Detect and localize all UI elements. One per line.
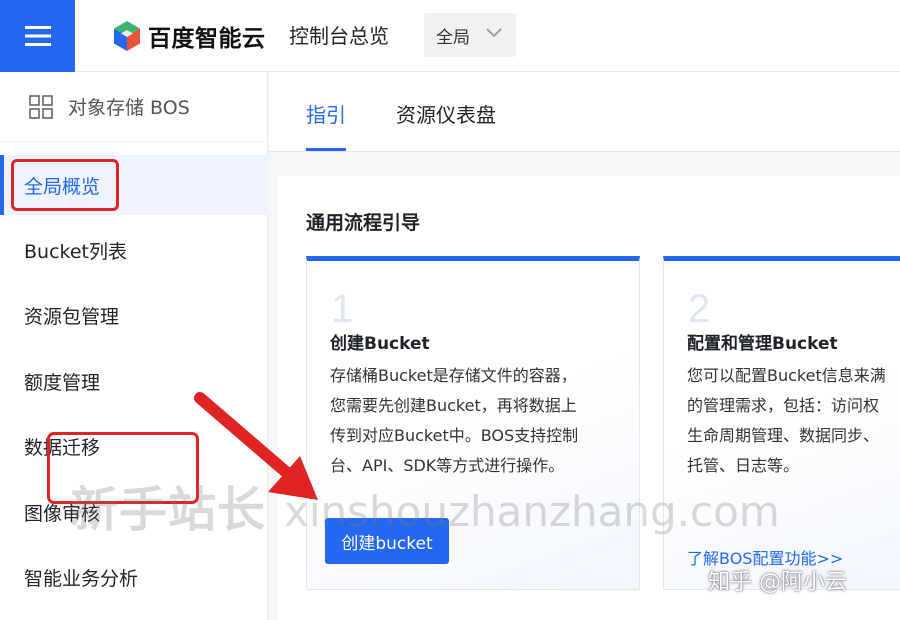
step-card-manage-bucket: 2 配置和管理Bucket 您可以配置Bucket信息来满 的管理需求，包括：访…: [663, 256, 900, 590]
sidebar-item-image-review[interactable]: 图像审核: [0, 482, 268, 542]
sidebar-item-quota[interactable]: 额度管理: [0, 351, 268, 411]
main-content: 指引 资源仪表盘 通用流程引导 1 创建Bucket 存储桶Bucket是存储文…: [269, 72, 900, 620]
create-bucket-button[interactable]: 创建bucket: [325, 518, 449, 564]
section-title: 通用流程引导: [306, 212, 421, 234]
region-select[interactable]: 全局: [424, 13, 516, 57]
guide-panel: 通用流程引导 1 创建Bucket 存储桶Bucket是存储文件的容器， 您需要…: [278, 176, 900, 620]
sidebar-product-title: 对象存储 BOS: [68, 97, 190, 119]
sidebar-item-business-analysis[interactable]: 智能业务分析: [0, 547, 268, 607]
sidebar-item-bucket-list[interactable]: Bucket列表: [0, 220, 268, 280]
region-select-value: 全局: [436, 27, 470, 48]
brand-logo[interactable]: 百度智能云: [112, 18, 266, 54]
card-description: 您可以配置Bucket信息来满 的管理需求，包括：访问权 生命周期管理、数据同步…: [687, 366, 886, 475]
sidebar-item-overview[interactable]: 全局概览: [0, 155, 268, 215]
learn-bos-config-link[interactable]: 了解BOS配置功能>>: [687, 545, 843, 569]
sidebar-item-resource-packages[interactable]: 资源包管理: [0, 285, 268, 345]
step-number: 1: [331, 287, 354, 331]
step-card-create-bucket: 1 创建Bucket 存储桶Bucket是存储文件的容器， 您需要先创建Buck…: [306, 256, 640, 590]
sidebar-product-header: 对象存储 BOS: [0, 72, 267, 142]
card-title: 创建Bucket: [330, 334, 430, 354]
step-number: 2: [688, 287, 711, 331]
tab-bar: 指引 资源仪表盘: [269, 72, 900, 152]
brand-logo-icon: [114, 21, 140, 51]
chevron-down-icon: [486, 28, 502, 38]
grid-icon: [29, 94, 53, 119]
brand-name: 百度智能云: [148, 26, 266, 52]
console-overview-link[interactable]: 控制台总览: [289, 20, 389, 52]
tab-resource-dashboard[interactable]: 资源仪表盘: [396, 100, 496, 130]
top-header: 百度智能云 控制台总览 全局: [0, 0, 900, 72]
tab-active-indicator: [306, 148, 346, 151]
tab-guide[interactable]: 指引: [306, 100, 346, 130]
hamburger-menu-button[interactable]: [0, 0, 75, 72]
hamburger-menu-icon: [24, 26, 51, 46]
card-title: 配置和管理Bucket: [687, 334, 838, 354]
sidebar-item-data-migration[interactable]: 数据迁移: [0, 416, 268, 476]
sidebar: 对象存储 BOS 全局概览 Bucket列表 资源包管理 额度管理 数据迁移 图…: [0, 72, 268, 620]
card-description: 存储桶Bucket是存储文件的容器， 您需要先创建Bucket，再将数据上 传到…: [330, 366, 579, 475]
